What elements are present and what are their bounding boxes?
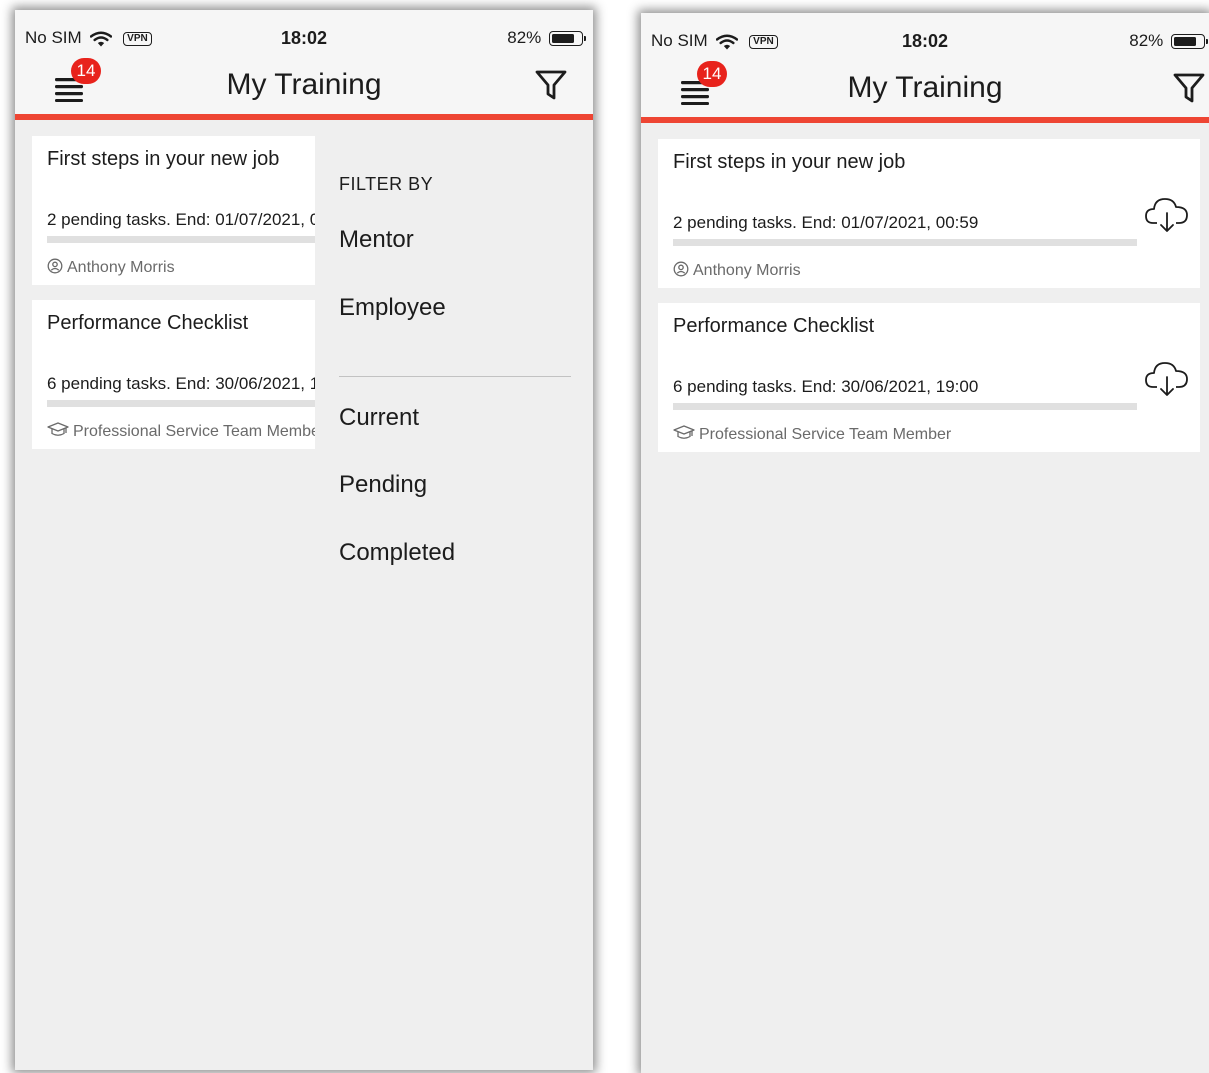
- training-owner: Professional Service Team Member: [47, 422, 315, 441]
- training-owner: Anthony Morris: [673, 261, 801, 280]
- phone-screen-list: No SIM VPN 18:02 82% 14 My Training Firs…: [641, 13, 1209, 1073]
- owner-name: Professional Service Team Member: [699, 426, 952, 443]
- training-card[interactable]: First steps in your new job 2 pending ta…: [658, 139, 1200, 288]
- status-bar: No SIM VPN 18:02 82%: [641, 13, 1209, 53]
- owner-name: Anthony Morris: [67, 259, 175, 276]
- training-tasks: 6 pending tasks. End: 30/06/2021, 19:00: [673, 377, 979, 396]
- training-tasks: 2 pending tasks. End: 01/07/2021, 00:59: [47, 210, 315, 229]
- training-owner: Professional Service Team Member: [673, 425, 951, 444]
- training-progress: [47, 400, 315, 407]
- graduation-cap-icon: [673, 425, 695, 439]
- training-progress: [47, 236, 315, 243]
- training-title: Performance Checklist: [47, 312, 249, 334]
- page-title: My Training: [847, 71, 1003, 104]
- filter-icon: [535, 70, 567, 100]
- filter-heading: FILTER BY: [339, 174, 434, 194]
- filter-option-mentor[interactable]: Mentor: [339, 226, 414, 254]
- training-progress: [673, 239, 1137, 246]
- training-tasks: 2 pending tasks. End: 01/07/2021, 00:59: [673, 213, 979, 232]
- filter-option-pending[interactable]: Pending: [339, 471, 427, 499]
- battery-icon: [549, 31, 586, 47]
- filter-option-employee[interactable]: Employee: [339, 294, 446, 322]
- app-header: 14 My Training: [641, 53, 1209, 123]
- phone-screen-filter-open: No SIM VPN 18:02 82% 14 My Training Firs…: [15, 10, 593, 1070]
- page-title: My Training: [226, 68, 382, 101]
- filter-button[interactable]: [535, 68, 567, 102]
- cloud-download-icon[interactable]: [1144, 357, 1190, 399]
- filter-button[interactable]: [1173, 71, 1205, 105]
- training-title: First steps in your new job: [47, 148, 280, 170]
- battery-percent: 82%: [1129, 31, 1164, 50]
- training-card[interactable]: Performance Checklist 6 pending tasks. E…: [658, 303, 1200, 452]
- filter-option-completed[interactable]: Completed: [339, 539, 455, 567]
- battery-percent: 82%: [507, 28, 542, 47]
- status-battery: 82%: [1129, 31, 1208, 51]
- cloud-download-icon[interactable]: [1144, 193, 1190, 235]
- filter-divider: [339, 376, 571, 377]
- person-badge-icon: [47, 258, 63, 274]
- training-owner: Anthony Morris: [47, 258, 175, 277]
- filter-panel: FILTER BY Mentor Employee Current Pendin…: [317, 120, 593, 1070]
- status-bar: No SIM VPN 18:02 82%: [15, 10, 593, 50]
- owner-name: Professional Service Team Member: [73, 423, 315, 440]
- filter-icon: [1173, 73, 1205, 103]
- training-progress: [673, 403, 1137, 410]
- owner-name: Anthony Morris: [693, 262, 801, 279]
- graduation-cap-icon: [47, 422, 69, 436]
- person-badge-icon: [673, 261, 689, 277]
- training-title: First steps in your new job: [673, 151, 906, 173]
- training-card[interactable]: First steps in your new job 2 pending ta…: [32, 136, 315, 285]
- status-time: 18:02: [901, 31, 949, 51]
- app-header: 14 My Training: [15, 50, 593, 120]
- training-tasks: 6 pending tasks. End: 30/06/2021, 19:00: [47, 374, 315, 393]
- status-battery: 82%: [507, 28, 586, 48]
- filter-option-current[interactable]: Current: [339, 404, 419, 432]
- battery-icon: [1171, 34, 1208, 50]
- training-card[interactable]: Performance Checklist 6 pending tasks. E…: [32, 300, 315, 449]
- training-title: Performance Checklist: [673, 315, 875, 337]
